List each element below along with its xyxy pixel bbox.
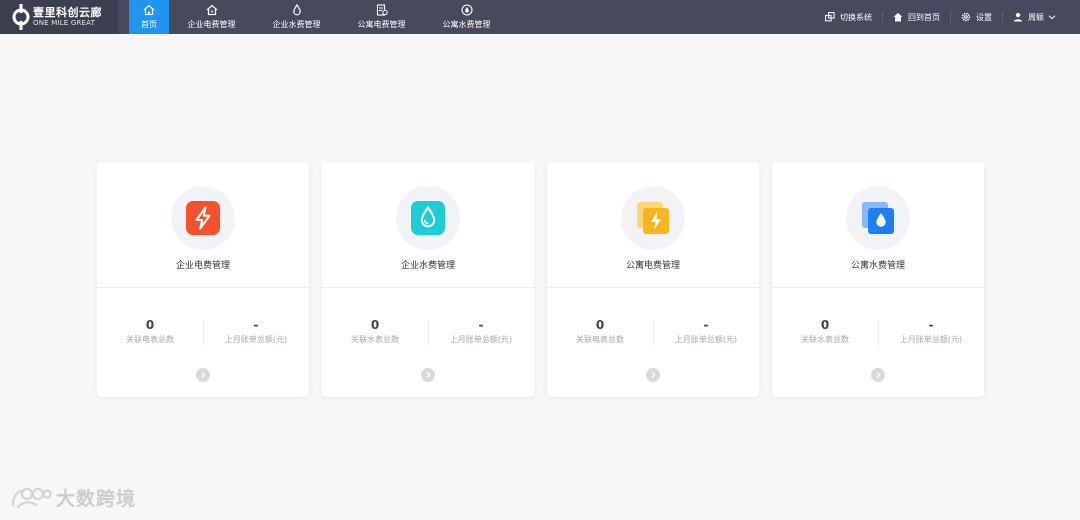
chevron-right-icon bbox=[651, 372, 656, 378]
main-nav: 首页 企业电费管理 企业水费管理 公寓电费管理 公寓水费管理 bbox=[118, 0, 509, 34]
stat-value: - bbox=[478, 318, 484, 332]
stat-last-month-bill: - 上月账单总额(元) bbox=[878, 318, 984, 345]
lightning-icon bbox=[186, 201, 220, 235]
stat-label: 关联水表总数 bbox=[801, 335, 849, 344]
back-home-button[interactable]: 回到首页 bbox=[883, 0, 950, 34]
top-navigation-bar: 壹里科创云廊 ONE MILE GREAT 首页 企业电费管理 企业水费管理 公… bbox=[0, 0, 1080, 34]
stat-value: 0 bbox=[820, 318, 830, 332]
stat-last-month-bill: - 上月账单总额(元) bbox=[653, 318, 759, 345]
nav-tab-label: 企业水费管理 bbox=[272, 20, 321, 29]
watermark-text: 大数跨境 bbox=[56, 488, 137, 510]
stat-label: 关联电表总数 bbox=[576, 335, 624, 344]
settings-label: 设置 bbox=[976, 12, 992, 22]
brand-name-en: ONE MILE GREAT bbox=[33, 19, 96, 27]
nav-tab-enterprise-water[interactable]: 企业水费管理 bbox=[254, 0, 339, 34]
module-icon-button[interactable] bbox=[621, 186, 685, 250]
stat-label: 上月账单总额(元) bbox=[449, 335, 513, 344]
chevron-right-icon bbox=[876, 372, 881, 378]
module-card-enterprise-electricity[interactable]: 企业电费管理 0 关联电表总数 - 上月账单总额(元) bbox=[97, 162, 309, 397]
stat-last-month-bill: - 上月账单总额(元) bbox=[428, 318, 534, 345]
nav-tab-label: 公寓电费管理 bbox=[357, 20, 406, 29]
module-icon-button[interactable] bbox=[846, 186, 910, 250]
stat-meter-count: 0 关联水表总数 bbox=[772, 318, 878, 345]
water-drop-icon bbox=[411, 201, 445, 235]
apartment-water-icon bbox=[862, 202, 894, 234]
chevron-right-icon bbox=[426, 372, 431, 378]
settings-button[interactable]: 设置 bbox=[951, 0, 1002, 34]
brand-logo[interactable]: 壹里科创云廊 ONE MILE GREAT bbox=[0, 0, 118, 34]
stat-value: 0 bbox=[595, 318, 605, 332]
module-icon-button[interactable] bbox=[171, 186, 235, 250]
module-card-enterprise-water[interactable]: 企业水费管理 0 关联水表总数 - 上月账单总额(元) bbox=[322, 162, 534, 397]
nav-tab-label: 首页 bbox=[141, 20, 157, 29]
module-title: 公寓水费管理 bbox=[850, 261, 905, 271]
module-card-apartment-electricity[interactable]: 公寓电费管理 0 关联电表总数 - 上月账单总额(元) bbox=[547, 162, 759, 397]
stat-value: 0 bbox=[370, 318, 380, 332]
module-title: 公寓电费管理 bbox=[625, 261, 680, 271]
enter-module-button[interactable] bbox=[421, 368, 435, 382]
stat-label: 上月账单总额(元) bbox=[899, 335, 963, 344]
water-drop-icon bbox=[292, 4, 301, 16]
nav-tab-label: 企业电费管理 bbox=[187, 20, 236, 29]
chevron-down-icon bbox=[1048, 15, 1056, 20]
drop-circle-icon bbox=[460, 4, 473, 16]
module-cards: 企业电费管理 0 关联电表总数 - 上月账单总额(元) 企业水费管理 0 关联水… bbox=[97, 162, 984, 397]
stat-meter-count: 0 关联电表总数 bbox=[547, 318, 653, 345]
switch-system-button[interactable]: 切换系统 bbox=[815, 0, 882, 34]
watermark: 大数跨境 bbox=[10, 484, 136, 511]
bill-icon bbox=[376, 4, 388, 16]
stat-value: - bbox=[703, 318, 709, 332]
user-menu-button[interactable]: 周颖 bbox=[1003, 0, 1066, 34]
brand-mark-icon bbox=[12, 4, 30, 30]
back-home-label: 回到首页 bbox=[908, 12, 940, 22]
enter-module-button[interactable] bbox=[196, 368, 210, 382]
gear-icon bbox=[961, 12, 971, 22]
house-power-icon bbox=[206, 4, 217, 16]
stat-label: 上月账单总额(元) bbox=[224, 335, 288, 344]
home-icon bbox=[893, 13, 903, 22]
stat-label: 关联水表总数 bbox=[351, 335, 399, 344]
switch-windows-icon bbox=[825, 12, 835, 22]
stat-value: - bbox=[253, 318, 259, 332]
nav-tab-home[interactable]: 首页 bbox=[129, 0, 169, 34]
stat-label: 上月账单总额(元) bbox=[674, 335, 738, 344]
module-title: 企业水费管理 bbox=[400, 261, 455, 271]
nav-tab-apartment-water[interactable]: 公寓水费管理 bbox=[424, 0, 509, 34]
user-icon bbox=[1013, 12, 1023, 22]
nav-tab-enterprise-electricity[interactable]: 企业电费管理 bbox=[169, 0, 254, 34]
card-divider bbox=[322, 287, 534, 288]
module-card-apartment-water[interactable]: 公寓水费管理 0 关联水表总数 - 上月账单总额(元) bbox=[772, 162, 984, 397]
home-icon bbox=[143, 4, 155, 16]
card-divider bbox=[547, 287, 759, 288]
enter-module-button[interactable] bbox=[646, 368, 660, 382]
stat-meter-count: 0 关联水表总数 bbox=[322, 318, 428, 345]
stat-label: 关联电表总数 bbox=[126, 335, 174, 344]
nav-tab-apartment-electricity[interactable]: 公寓电费管理 bbox=[339, 0, 424, 34]
stat-last-month-bill: - 上月账单总额(元) bbox=[203, 318, 309, 345]
brand-name-cn: 壹里科创云廊 bbox=[33, 6, 102, 19]
user-name: 周颖 bbox=[1028, 12, 1044, 22]
module-icon-button[interactable] bbox=[396, 186, 460, 250]
card-divider bbox=[772, 287, 984, 288]
enter-module-button[interactable] bbox=[871, 368, 885, 382]
header-tools: 切换系统 回到首页 设置 周颖 bbox=[815, 0, 1080, 34]
stat-meter-count: 0 关联电表总数 bbox=[97, 318, 203, 345]
watermark-logo-icon bbox=[11, 487, 52, 508]
stat-value: - bbox=[928, 318, 934, 332]
chevron-right-icon bbox=[201, 372, 206, 378]
apartment-lightning-icon bbox=[637, 202, 669, 234]
card-divider bbox=[97, 287, 309, 288]
nav-tab-label: 公寓水费管理 bbox=[442, 20, 491, 29]
module-title: 企业电费管理 bbox=[175, 261, 230, 271]
stat-value: 0 bbox=[145, 318, 155, 332]
switch-system-label: 切换系统 bbox=[840, 12, 872, 22]
